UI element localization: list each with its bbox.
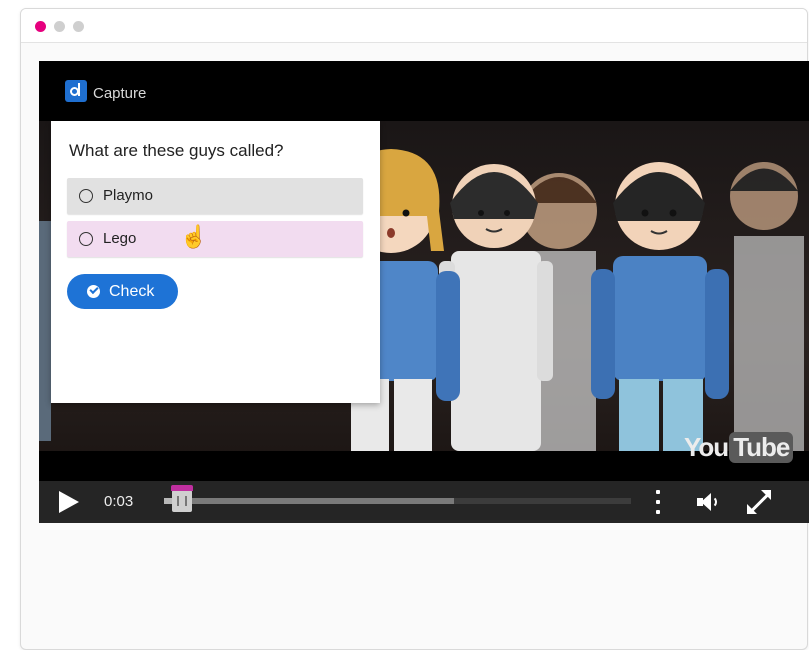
fullscreen-icon[interactable]	[747, 490, 771, 514]
window-maximize-dot[interactable]	[73, 21, 84, 32]
quiz-question: What are these guys called?	[69, 141, 284, 160]
quiz-overlay: What are these guys called? Playmo Lego …	[51, 121, 380, 403]
volume-icon[interactable]	[697, 492, 723, 512]
quiz-option-label: Playmo	[103, 187, 154, 204]
brand-name: Capture	[93, 85, 147, 102]
quiz-option-label: Lego	[103, 230, 137, 247]
check-circle-icon	[87, 285, 100, 298]
progress-bar[interactable]	[164, 498, 631, 504]
youtube-watermark[interactable]: You Tube	[684, 429, 794, 465]
youtube-watermark-you: You	[684, 431, 729, 462]
scrubber-handle[interactable]	[171, 485, 193, 512]
window-titlebar	[21, 9, 807, 43]
check-button[interactable]: Check	[67, 274, 178, 309]
current-time: 0:03	[104, 493, 134, 510]
window-minimize-dot[interactable]	[54, 21, 65, 32]
check-button-label: Check	[109, 283, 155, 300]
video-player[interactable]: Capture What are these guys called? Play…	[39, 61, 809, 523]
quiz-option-playmo[interactable]: Playmo	[67, 178, 363, 214]
window-close-dot[interactable]	[35, 21, 46, 32]
hand-cursor-icon: ☝	[180, 224, 208, 249]
radio-icon[interactable]	[79, 189, 93, 203]
radio-icon[interactable]	[79, 232, 93, 246]
quiz-option-lego[interactable]: Lego	[67, 221, 363, 257]
youtube-watermark-tube: Tube	[729, 431, 794, 463]
player-controls: 0:03	[39, 481, 809, 523]
buffered-bar	[164, 498, 454, 504]
play-icon[interactable]	[59, 491, 79, 513]
brand-logo: Capture	[65, 80, 146, 102]
capture-logo-icon	[65, 80, 87, 102]
more-vertical-icon[interactable]	[656, 490, 660, 514]
